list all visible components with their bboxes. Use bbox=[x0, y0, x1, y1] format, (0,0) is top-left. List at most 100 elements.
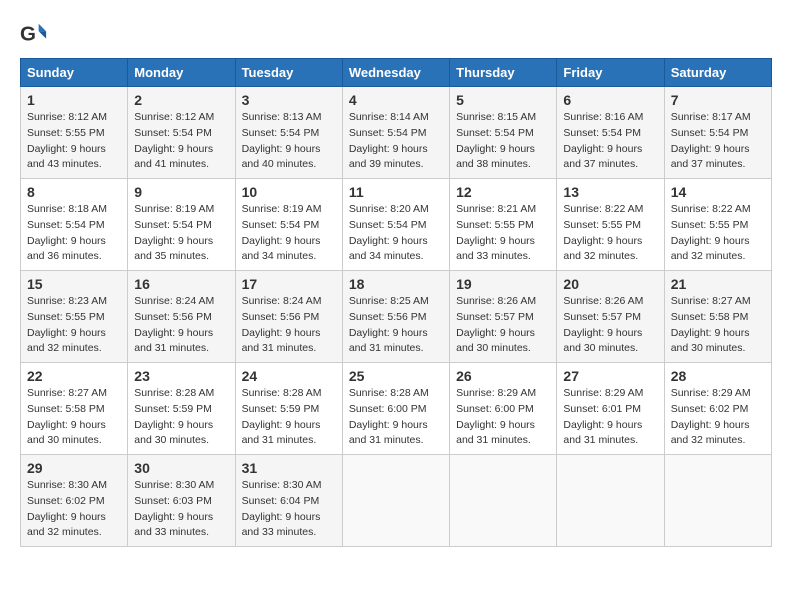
day-info: Sunrise: 8:18 AMSunset: 5:54 PMDaylight:… bbox=[27, 203, 107, 262]
day-number: 9 bbox=[134, 184, 228, 200]
day-number: 10 bbox=[242, 184, 336, 200]
day-info: Sunrise: 8:22 AMSunset: 5:55 PMDaylight:… bbox=[671, 203, 751, 262]
day-info: Sunrise: 8:15 AMSunset: 5:54 PMDaylight:… bbox=[456, 111, 536, 170]
day-number: 23 bbox=[134, 368, 228, 384]
day-info: Sunrise: 8:29 AMSunset: 6:00 PMDaylight:… bbox=[456, 387, 536, 446]
day-info: Sunrise: 8:29 AMSunset: 6:01 PMDaylight:… bbox=[563, 387, 643, 446]
calendar-week-2: 8 Sunrise: 8:18 AMSunset: 5:54 PMDaylight… bbox=[21, 179, 772, 271]
calendar-day-9: 9 Sunrise: 8:19 AMSunset: 5:54 PMDaylight… bbox=[128, 179, 235, 271]
day-info: Sunrise: 8:12 AMSunset: 5:55 PMDaylight:… bbox=[27, 111, 107, 170]
weekday-header-thursday: Thursday bbox=[450, 59, 557, 87]
day-number: 7 bbox=[671, 92, 765, 108]
weekday-header-friday: Friday bbox=[557, 59, 664, 87]
day-number: 17 bbox=[242, 276, 336, 292]
day-number: 13 bbox=[563, 184, 657, 200]
calendar-week-1: 1Sunrise: 8:12 AMSunset: 5:55 PMDaylight… bbox=[21, 87, 772, 179]
day-info: Sunrise: 8:26 AMSunset: 5:57 PMDaylight:… bbox=[563, 295, 643, 354]
logo: G bbox=[20, 20, 52, 48]
weekday-header-monday: Monday bbox=[128, 59, 235, 87]
day-number: 15 bbox=[27, 276, 121, 292]
day-number: 29 bbox=[27, 460, 121, 476]
empty-cell bbox=[664, 455, 771, 547]
calendar-day-31: 31 Sunrise: 8:30 AMSunset: 6:04 PMDayligh… bbox=[235, 455, 342, 547]
day-info: Sunrise: 8:24 AMSunset: 5:56 PMDaylight:… bbox=[134, 295, 214, 354]
calendar-day-17: 17 Sunrise: 8:24 AMSunset: 5:56 PMDayligh… bbox=[235, 271, 342, 363]
day-info: Sunrise: 8:30 AMSunset: 6:02 PMDaylight:… bbox=[27, 479, 107, 538]
svg-text:G: G bbox=[20, 23, 36, 46]
day-info: Sunrise: 8:29 AMSunset: 6:02 PMDaylight:… bbox=[671, 387, 751, 446]
calendar-day-12: 12Sunrise: 8:21 AMSunset: 5:55 PMDayligh… bbox=[450, 179, 557, 271]
day-number: 25 bbox=[349, 368, 443, 384]
calendar-day-20: 20Sunrise: 8:26 AMSunset: 5:57 PMDayligh… bbox=[557, 271, 664, 363]
day-number: 2 bbox=[134, 92, 228, 108]
weekday-header-tuesday: Tuesday bbox=[235, 59, 342, 87]
day-number: 16 bbox=[134, 276, 228, 292]
day-number: 4 bbox=[349, 92, 443, 108]
day-number: 12 bbox=[456, 184, 550, 200]
day-info: Sunrise: 8:14 AMSunset: 5:54 PMDaylight:… bbox=[349, 111, 429, 170]
calendar-day-6: 6 Sunrise: 8:16 AMSunset: 5:54 PMDaylight… bbox=[557, 87, 664, 179]
calendar-day-27: 27Sunrise: 8:29 AMSunset: 6:01 PMDayligh… bbox=[557, 363, 664, 455]
empty-cell bbox=[557, 455, 664, 547]
day-number: 19 bbox=[456, 276, 550, 292]
calendar-day-14: 14 Sunrise: 8:22 AMSunset: 5:55 PMDayligh… bbox=[664, 179, 771, 271]
calendar-day-26: 26 Sunrise: 8:29 AMSunset: 6:00 PMDayligh… bbox=[450, 363, 557, 455]
day-info: Sunrise: 8:28 AMSunset: 6:00 PMDaylight:… bbox=[349, 387, 429, 446]
day-number: 28 bbox=[671, 368, 765, 384]
day-number: 5 bbox=[456, 92, 550, 108]
calendar-day-16: 16 Sunrise: 8:24 AMSunset: 5:56 PMDayligh… bbox=[128, 271, 235, 363]
day-number: 14 bbox=[671, 184, 765, 200]
day-number: 22 bbox=[27, 368, 121, 384]
calendar-day-2: 2 Sunrise: 8:12 AMSunset: 5:54 PMDaylight… bbox=[128, 87, 235, 179]
weekday-header-sunday: Sunday bbox=[21, 59, 128, 87]
day-number: 18 bbox=[349, 276, 443, 292]
day-info: Sunrise: 8:25 AMSunset: 5:56 PMDaylight:… bbox=[349, 295, 429, 354]
day-info: Sunrise: 8:26 AMSunset: 5:57 PMDaylight:… bbox=[456, 295, 536, 354]
day-info: Sunrise: 8:12 AMSunset: 5:54 PMDaylight:… bbox=[134, 111, 214, 170]
calendar-day-3: 3 Sunrise: 8:13 AMSunset: 5:54 PMDaylight… bbox=[235, 87, 342, 179]
day-info: Sunrise: 8:20 AMSunset: 5:54 PMDaylight:… bbox=[349, 203, 429, 262]
day-info: Sunrise: 8:13 AMSunset: 5:54 PMDaylight:… bbox=[242, 111, 322, 170]
calendar-table: SundayMondayTuesdayWednesdayThursdayFrid… bbox=[20, 58, 772, 547]
day-number: 3 bbox=[242, 92, 336, 108]
day-number: 8 bbox=[27, 184, 121, 200]
day-info: Sunrise: 8:30 AMSunset: 6:03 PMDaylight:… bbox=[134, 479, 214, 538]
calendar-day-23: 23 Sunrise: 8:28 AMSunset: 5:59 PMDayligh… bbox=[128, 363, 235, 455]
calendar-day-4: 4 Sunrise: 8:14 AMSunset: 5:54 PMDaylight… bbox=[342, 87, 449, 179]
calendar-day-15: 15Sunrise: 8:23 AMSunset: 5:55 PMDayligh… bbox=[21, 271, 128, 363]
day-number: 30 bbox=[134, 460, 228, 476]
weekday-header-saturday: Saturday bbox=[664, 59, 771, 87]
calendar-day-11: 11Sunrise: 8:20 AMSunset: 5:54 PMDayligh… bbox=[342, 179, 449, 271]
day-info: Sunrise: 8:24 AMSunset: 5:56 PMDaylight:… bbox=[242, 295, 322, 354]
weekday-header-wednesday: Wednesday bbox=[342, 59, 449, 87]
header: G bbox=[20, 20, 772, 48]
empty-cell bbox=[342, 455, 449, 547]
calendar-day-5: 5 Sunrise: 8:15 AMSunset: 5:54 PMDaylight… bbox=[450, 87, 557, 179]
logo-icon: G bbox=[20, 20, 48, 48]
day-number: 31 bbox=[242, 460, 336, 476]
empty-cell bbox=[450, 455, 557, 547]
day-info: Sunrise: 8:30 AMSunset: 6:04 PMDaylight:… bbox=[242, 479, 322, 538]
day-info: Sunrise: 8:19 AMSunset: 5:54 PMDaylight:… bbox=[134, 203, 214, 262]
day-number: 24 bbox=[242, 368, 336, 384]
calendar-day-24: 24Sunrise: 8:28 AMSunset: 5:59 PMDayligh… bbox=[235, 363, 342, 455]
day-info: Sunrise: 8:17 AMSunset: 5:54 PMDaylight:… bbox=[671, 111, 751, 170]
calendar-day-22: 22 Sunrise: 8:27 AMSunset: 5:58 PMDayligh… bbox=[21, 363, 128, 455]
day-info: Sunrise: 8:16 AMSunset: 5:54 PMDaylight:… bbox=[563, 111, 643, 170]
calendar-day-8: 8 Sunrise: 8:18 AMSunset: 5:54 PMDaylight… bbox=[21, 179, 128, 271]
page-container: G SundayMondayTuesdayWednesdayThursdayFr… bbox=[20, 20, 772, 547]
calendar-day-19: 19 Sunrise: 8:26 AMSunset: 5:57 PMDayligh… bbox=[450, 271, 557, 363]
day-number: 26 bbox=[456, 368, 550, 384]
day-info: Sunrise: 8:27 AMSunset: 5:58 PMDaylight:… bbox=[27, 387, 107, 446]
day-info: Sunrise: 8:28 AMSunset: 5:59 PMDaylight:… bbox=[134, 387, 214, 446]
day-number: 6 bbox=[563, 92, 657, 108]
day-number: 21 bbox=[671, 276, 765, 292]
calendar-day-13: 13Sunrise: 8:22 AMSunset: 5:55 PMDayligh… bbox=[557, 179, 664, 271]
calendar-day-10: 10 Sunrise: 8:19 AMSunset: 5:54 PMDayligh… bbox=[235, 179, 342, 271]
calendar-day-30: 30 Sunrise: 8:30 AMSunset: 6:03 PMDayligh… bbox=[128, 455, 235, 547]
calendar-week-5: 29 Sunrise: 8:30 AMSunset: 6:02 PMDayligh… bbox=[21, 455, 772, 547]
day-info: Sunrise: 8:19 AMSunset: 5:54 PMDaylight:… bbox=[242, 203, 322, 262]
weekday-header-row: SundayMondayTuesdayWednesdayThursdayFrid… bbox=[21, 59, 772, 87]
calendar-day-21: 21 Sunrise: 8:27 AMSunset: 5:58 PMDayligh… bbox=[664, 271, 771, 363]
day-info: Sunrise: 8:27 AMSunset: 5:58 PMDaylight:… bbox=[671, 295, 751, 354]
